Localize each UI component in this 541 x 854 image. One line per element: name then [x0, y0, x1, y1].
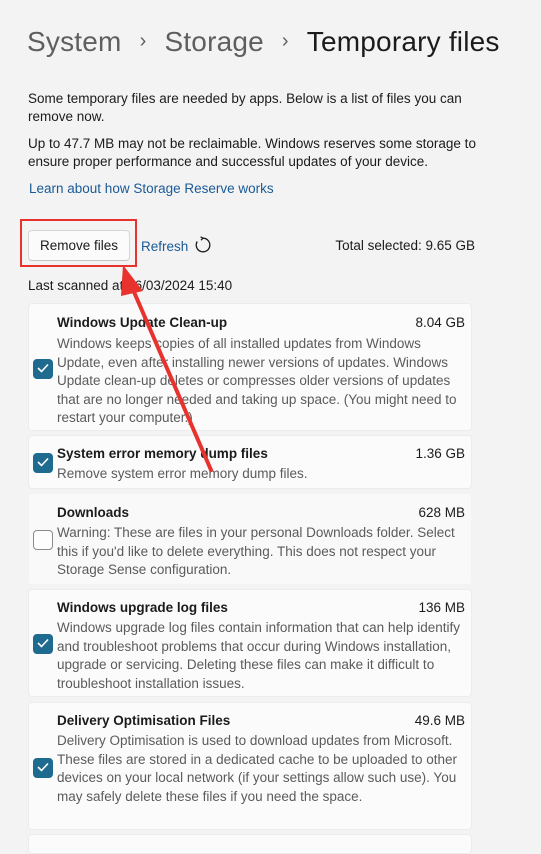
- item-description: Delivery Optimisation is used to downloa…: [57, 733, 458, 804]
- chevron-right-icon: ›: [139, 29, 147, 52]
- checkbox-delivery-optimisation[interactable]: [33, 758, 53, 778]
- list-item-downloads[interactable]: Downloads 628 MB Warning: These are file…: [28, 493, 472, 585]
- item-title: Delivery Optimisation Files: [57, 713, 231, 728]
- chevron-right-icon: ›: [281, 29, 289, 52]
- intro-text: Some temporary files are needed by apps.…: [28, 91, 462, 124]
- item-size: 1.36 GB: [415, 446, 465, 461]
- breadcrumb-storage[interactable]: Storage: [164, 26, 263, 58]
- refresh-icon: [188, 236, 212, 257]
- refresh-button[interactable]: Refresh: [141, 236, 212, 257]
- breadcrumb-system[interactable]: System: [27, 26, 122, 58]
- last-scanned-text: Last scanned at 26/03/2024 15:40: [28, 278, 233, 293]
- total-selected: Total selected: 9.65 GB: [335, 238, 475, 253]
- checkbox-system-error-dump[interactable]: [33, 453, 53, 473]
- checkbox-windows-update-cleanup[interactable]: [33, 359, 53, 379]
- list-item-windows-update-cleanup[interactable]: Windows Update Clean-up 8.04 GB Windows …: [28, 303, 472, 431]
- checkbox-windows-upgrade-logs[interactable]: [33, 634, 53, 654]
- list-item-partial: [28, 834, 472, 854]
- checkmark-icon: [37, 635, 49, 653]
- refresh-label: Refresh: [141, 239, 189, 254]
- item-size: 49.6 MB: [414, 713, 465, 728]
- item-title: System error memory dump files: [57, 446, 268, 461]
- item-size: 136 MB: [418, 600, 465, 615]
- page-title: Temporary files: [306, 26, 500, 57]
- item-description: Windows keeps copies of all installed up…: [57, 336, 457, 426]
- item-title: Windows Update Clean-up: [57, 315, 228, 330]
- breadcrumb: System › Storage › Temporary files: [27, 22, 500, 62]
- item-title: Windows upgrade log files: [57, 600, 228, 615]
- storage-reserve-link[interactable]: Learn about how Storage Reserve works: [29, 181, 274, 196]
- item-size: 8.04 GB: [415, 315, 465, 330]
- list-item-delivery-optimisation[interactable]: Delivery Optimisation Files 49.6 MB Deli…: [28, 702, 472, 830]
- item-size: 628 MB: [418, 505, 465, 520]
- list-item-windows-upgrade-logs[interactable]: Windows upgrade log files 136 MB Windows…: [28, 589, 472, 697]
- storage-reserve-text: Up to 47.7 MB may not be reclaimable. Wi…: [28, 136, 476, 169]
- list-item-system-error-dump[interactable]: System error memory dump files 1.36 GB R…: [28, 435, 472, 489]
- item-description: Warning: These are files in your persona…: [57, 525, 455, 578]
- checkmark-icon: [37, 454, 49, 472]
- checkmark-icon: [37, 360, 49, 378]
- remove-files-button[interactable]: Remove files: [28, 230, 130, 261]
- item-description: Remove system error memory dump files.: [57, 466, 308, 481]
- item-description: Windows upgrade log files contain inform…: [57, 620, 460, 691]
- checkmark-icon: [37, 759, 49, 777]
- item-title: Downloads: [57, 505, 130, 520]
- checkbox-downloads[interactable]: [33, 530, 53, 550]
